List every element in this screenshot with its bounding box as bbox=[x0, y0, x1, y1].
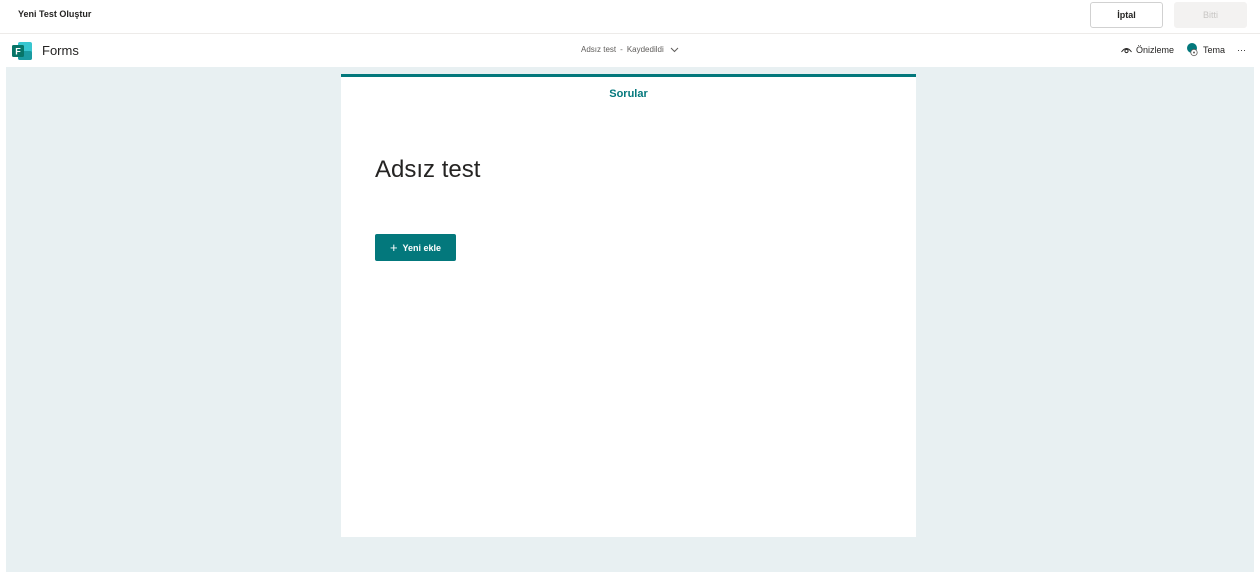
more-icon: ··· bbox=[1237, 45, 1246, 55]
tab-questions[interactable]: Sorular bbox=[341, 88, 916, 100]
right-tools: Önizleme Tema ··· bbox=[1109, 43, 1246, 57]
status-separator: - bbox=[620, 45, 623, 54]
cancel-button[interactable]: İptal bbox=[1090, 2, 1163, 28]
done-button[interactable]: Bitti bbox=[1174, 2, 1247, 28]
save-status: Kaydedildi bbox=[626, 45, 664, 54]
eye-icon bbox=[1121, 48, 1132, 54]
add-new-label: Yeni ekle bbox=[402, 242, 442, 253]
palette-icon bbox=[1186, 43, 1198, 57]
document-status[interactable]: Adsız test - Kaydedildi bbox=[0, 45, 1260, 54]
theme-button[interactable]: Tema bbox=[1186, 43, 1225, 57]
preview-label: Önizleme bbox=[1135, 45, 1174, 55]
dialog-title: Yeni Test Oluştur bbox=[18, 9, 92, 19]
tab-divider bbox=[341, 110, 916, 111]
chevron-down-icon[interactable] bbox=[670, 47, 679, 53]
form-title[interactable]: Adsız test bbox=[375, 156, 480, 184]
more-options-button[interactable]: ··· bbox=[1237, 45, 1246, 55]
theme-label: Tema bbox=[1202, 45, 1225, 55]
preview-button[interactable]: Önizleme bbox=[1121, 45, 1174, 55]
forms-toolbar: F Forms Adsız test - Kaydedildi Önizleme T… bbox=[0, 33, 1260, 67]
add-new-button[interactable]: + Yeni ekle bbox=[375, 234, 456, 261]
dialog-header: Yeni Test Oluştur İptal Bitti bbox=[0, 0, 1260, 32]
form-card: Sorular Adsız test + Yeni ekle bbox=[341, 74, 916, 537]
document-name: Adsız test bbox=[581, 45, 617, 54]
plus-icon: + bbox=[389, 240, 398, 255]
